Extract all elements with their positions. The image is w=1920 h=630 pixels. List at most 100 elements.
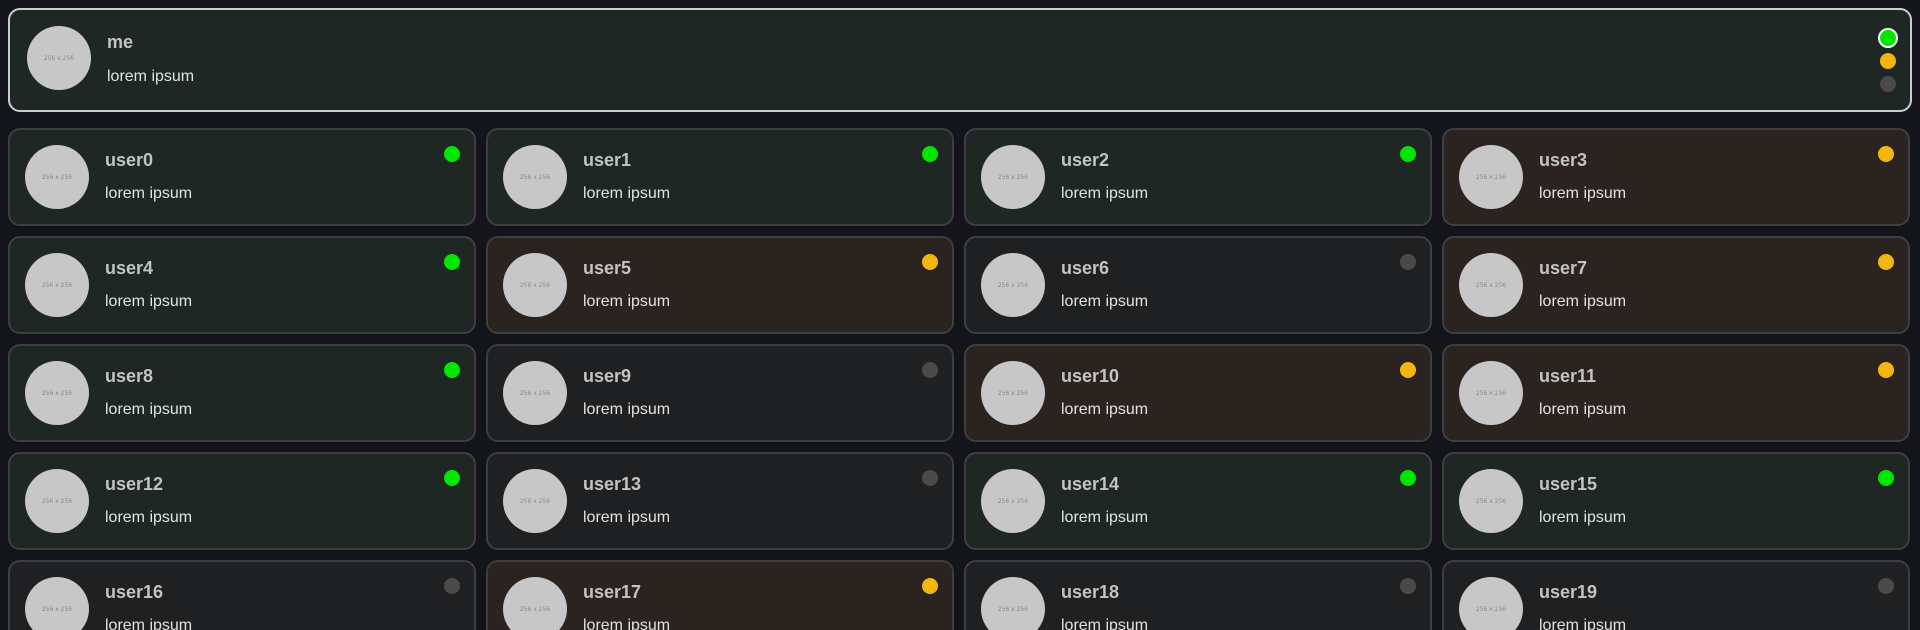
user-status-text: lorem ipsum — [583, 509, 671, 526]
status-dot-away — [1878, 254, 1894, 270]
user-avatar: 256 x 256 — [981, 577, 1045, 630]
status-dot-online — [922, 146, 938, 162]
user-avatar: 256 x 256 — [981, 469, 1045, 533]
avatar-placeholder-text: 256 x 256 — [1475, 281, 1507, 289]
avatar-placeholder-text: 256 x 256 — [997, 173, 1029, 181]
status-option-away[interactable] — [1880, 53, 1896, 69]
my-avatar: 256 x 256 — [27, 26, 91, 90]
user-avatar: 256 x 256 — [1459, 145, 1523, 209]
user-status-text: lorem ipsum — [105, 617, 193, 630]
user-avatar: 256 x 256 — [503, 577, 567, 630]
status-dot-online — [1878, 470, 1894, 486]
status-dot-online — [1400, 470, 1416, 486]
avatar-placeholder-text: 256 x 256 — [997, 281, 1029, 289]
user-avatar: 256 x 256 — [981, 361, 1045, 425]
status-dot-online — [444, 146, 460, 162]
user-name: user15 — [1539, 474, 1598, 494]
user-avatar: 256 x 256 — [981, 145, 1045, 209]
status-dot-online — [1400, 146, 1416, 162]
avatar-placeholder-text: 256 x 256 — [41, 281, 73, 289]
avatar-placeholder-text: 256 x 256 — [41, 389, 73, 397]
my-name: me — [107, 32, 134, 52]
user-card[interactable]: 256 x 256 user5 lorem ipsum — [486, 236, 954, 334]
user-avatar: 256 x 256 — [25, 361, 89, 425]
user-status-text: lorem ipsum — [1539, 617, 1627, 630]
user-status-text: lorem ipsum — [1061, 185, 1149, 202]
avatar-placeholder-text: 256 x 256 — [41, 605, 73, 613]
user-card[interactable]: 256 x 256 user8 lorem ipsum — [8, 344, 476, 442]
avatar-placeholder-text: 256 x 256 — [43, 54, 75, 62]
user-avatar: 256 x 256 — [25, 469, 89, 533]
user-card[interactable]: 256 x 256 user3 lorem ipsum — [1442, 128, 1910, 226]
user-name: user12 — [105, 474, 164, 494]
user-card[interactable]: 256 x 256 user14 lorem ipsum — [964, 452, 1432, 550]
status-dot-away — [922, 254, 938, 270]
status-dot-offline — [444, 578, 460, 594]
status-dot-online — [444, 470, 460, 486]
user-status-text: lorem ipsum — [583, 617, 671, 630]
user-card[interactable]: 256 x 256 user16 lorem ipsum — [8, 560, 476, 630]
user-card[interactable]: 256 x 256 user6 lorem ipsum — [964, 236, 1432, 334]
page: 256 x 256 me lorem ipsum 256 x 256 user0 l… — [0, 0, 1920, 630]
status-dot-offline — [922, 362, 938, 378]
avatar-placeholder-text: 256 x 256 — [519, 605, 551, 613]
status-dot-offline — [1400, 254, 1416, 270]
user-status-text: lorem ipsum — [1061, 617, 1149, 630]
user-avatar: 256 x 256 — [1459, 469, 1523, 533]
user-grid: 256 x 256 user0 lorem ipsum 256 x 256 user1 l… — [8, 128, 1912, 630]
status-dot-online — [444, 362, 460, 378]
user-card[interactable]: 256 x 256 user17 lorem ipsum — [486, 560, 954, 630]
user-name: user3 — [1539, 150, 1588, 170]
avatar-placeholder-text: 256 x 256 — [41, 173, 73, 181]
avatar-placeholder-text: 256 x 256 — [1475, 605, 1507, 613]
status-dot-online — [444, 254, 460, 270]
user-status-text: lorem ipsum — [1539, 185, 1627, 202]
user-card[interactable]: 256 x 256 user18 lorem ipsum — [964, 560, 1432, 630]
user-status-text: lorem ipsum — [1061, 509, 1149, 526]
status-dot-offline — [922, 470, 938, 486]
user-card[interactable]: 256 x 256 user11 lorem ipsum — [1442, 344, 1910, 442]
avatar-placeholder-text: 256 x 256 — [519, 173, 551, 181]
user-name: user4 — [105, 258, 154, 278]
user-card[interactable]: 256 x 256 user15 lorem ipsum — [1442, 452, 1910, 550]
status-picker — [1876, 24, 1898, 92]
status-option-online[interactable] — [1878, 28, 1898, 48]
user-card[interactable]: 256 x 256 user2 lorem ipsum — [964, 128, 1432, 226]
user-status-text: lorem ipsum — [583, 293, 671, 310]
user-card[interactable]: 256 x 256 user19 lorem ipsum — [1442, 560, 1910, 630]
user-name: user18 — [1061, 582, 1120, 602]
user-card[interactable]: 256 x 256 user10 lorem ipsum — [964, 344, 1432, 442]
status-dot-offline — [1400, 578, 1416, 594]
user-avatar: 256 x 256 — [981, 253, 1045, 317]
user-avatar: 256 x 256 — [503, 361, 567, 425]
user-avatar: 256 x 256 — [1459, 361, 1523, 425]
my-profile-card: 256 x 256 me lorem ipsum — [8, 8, 1912, 112]
user-card[interactable]: 256 x 256 user13 lorem ipsum — [486, 452, 954, 550]
user-card[interactable]: 256 x 256 user1 lorem ipsum — [486, 128, 954, 226]
user-status-text: lorem ipsum — [105, 185, 193, 202]
status-option-offline[interactable] — [1880, 76, 1896, 92]
user-status-text: lorem ipsum — [1539, 293, 1627, 310]
user-status-text: lorem ipsum — [105, 509, 193, 526]
user-card[interactable]: 256 x 256 user9 lorem ipsum — [486, 344, 954, 442]
avatar-placeholder-text: 256 x 256 — [997, 605, 1029, 613]
user-name: user17 — [583, 582, 642, 602]
user-avatar: 256 x 256 — [25, 577, 89, 630]
user-name: user11 — [1539, 366, 1597, 386]
status-dot-away — [922, 578, 938, 594]
user-avatar: 256 x 256 — [1459, 577, 1523, 630]
user-card[interactable]: 256 x 256 user0 lorem ipsum — [8, 128, 476, 226]
my-status-text: lorem ipsum — [107, 68, 195, 85]
user-status-text: lorem ipsum — [1539, 401, 1627, 418]
user-card[interactable]: 256 x 256 user4 lorem ipsum — [8, 236, 476, 334]
user-card[interactable]: 256 x 256 user7 lorem ipsum — [1442, 236, 1910, 334]
user-status-text: lorem ipsum — [1539, 509, 1627, 526]
user-status-text: lorem ipsum — [105, 293, 193, 310]
user-status-text: lorem ipsum — [1061, 401, 1149, 418]
user-name: user10 — [1061, 366, 1120, 386]
avatar-placeholder-text: 256 x 256 — [519, 281, 551, 289]
status-dot-away — [1878, 362, 1894, 378]
status-dot-away — [1878, 146, 1894, 162]
user-card[interactable]: 256 x 256 user12 lorem ipsum — [8, 452, 476, 550]
user-avatar: 256 x 256 — [25, 145, 89, 209]
